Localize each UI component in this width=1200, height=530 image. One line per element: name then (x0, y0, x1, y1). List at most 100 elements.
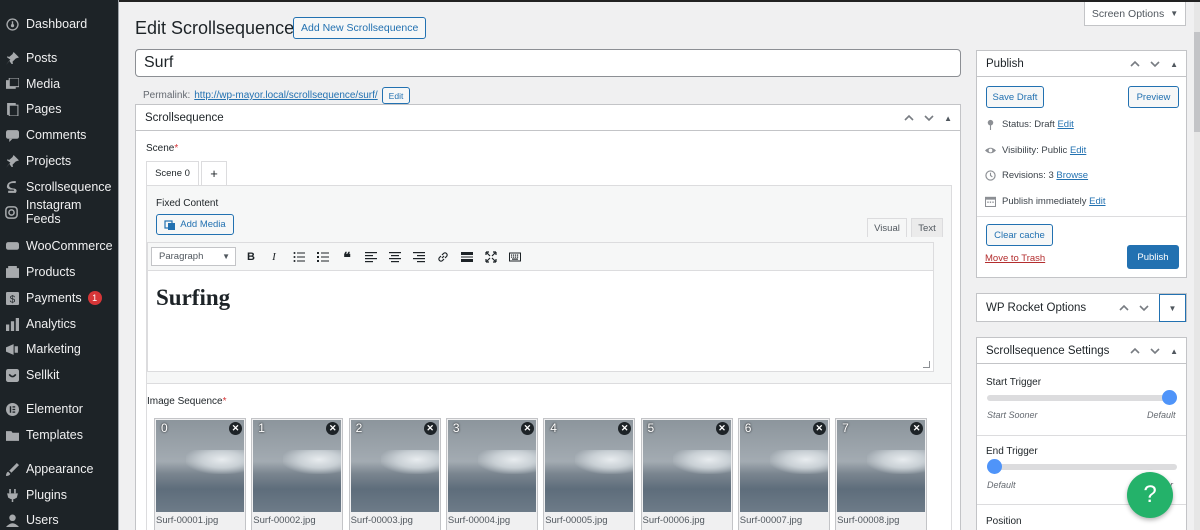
chevron-up-icon[interactable] (1130, 59, 1140, 69)
collapse-toggle-icon[interactable]: ▲ (1170, 60, 1178, 69)
move-to-trash-link[interactable]: Move to Trash (985, 253, 1045, 264)
sidebar-item-products[interactable]: Products (0, 260, 119, 284)
image-thumbnail[interactable]: 7 ✕ Surf-00008.jpg (835, 418, 928, 530)
sidebar-item-media[interactable]: Media (0, 72, 119, 96)
chevron-down-icon[interactable] (1139, 303, 1149, 313)
sidebar-item-payments[interactable]: $ Payments 1 (0, 286, 119, 310)
sidebar-item-instagram-feeds[interactable]: Instagram Feeds (0, 198, 119, 226)
chevron-up-icon[interactable] (904, 113, 914, 123)
revisions-browse-link[interactable]: Browse (1056, 170, 1088, 181)
blockquote-icon[interactable]: ❝ (339, 249, 355, 265)
screen-options-button[interactable]: Screen Options ▼ (1084, 2, 1186, 26)
tab-visual[interactable]: Visual (867, 218, 907, 237)
scrollbar-thumb[interactable] (1194, 32, 1200, 132)
align-center-icon[interactable] (387, 249, 403, 265)
chevron-down-icon[interactable] (924, 113, 934, 123)
sidebar-item-projects[interactable]: Projects (0, 149, 119, 173)
end-trigger-handle[interactable] (987, 459, 1002, 474)
woocommerce-icon (5, 239, 19, 253)
editor-content[interactable]: Surfing (156, 271, 230, 311)
fullscreen-icon[interactable] (483, 249, 499, 265)
page-scrollbar[interactable] (1194, 2, 1200, 530)
sidebar-item-label: Marketing (26, 342, 81, 356)
format-select[interactable]: Paragraph ▼ (151, 247, 236, 266)
align-left-icon[interactable] (363, 249, 379, 265)
image-filename: Surf-00005.jpg (545, 515, 608, 526)
remove-image-icon[interactable]: ✕ (910, 422, 924, 435)
media-icon (5, 77, 19, 91)
image-thumbnail[interactable]: 6 ✕ Surf-00007.jpg (737, 418, 830, 530)
image-thumbnail[interactable]: 5 ✕ Surf-00006.jpg (640, 418, 733, 530)
read-more-icon[interactable] (459, 249, 475, 265)
status-edit-link[interactable]: Edit (1057, 119, 1073, 130)
publish-date-edit-link[interactable]: Edit (1089, 196, 1105, 207)
image-thumbnail[interactable]: 2 ✕ Surf-00003.jpg (348, 418, 441, 530)
numbered-list-icon[interactable] (315, 249, 331, 265)
sidebar-item-templates[interactable]: Templates (0, 423, 119, 447)
permalink-link[interactable]: http://wp-mayor.local/scrollsequence/sur… (194, 90, 377, 101)
collapse-toggle-icon[interactable]: ▲ (944, 114, 952, 123)
history-icon (985, 170, 996, 181)
remove-image-icon[interactable]: ✕ (520, 422, 534, 435)
sidebar-item-users[interactable]: Users (0, 508, 119, 530)
elementor-icon (5, 402, 19, 416)
sidebar-item-comments[interactable]: Comments (0, 123, 119, 147)
sidebar-item-scrollsequence[interactable]: Scrollsequence (0, 175, 119, 199)
image-thumbnail[interactable]: 0 ✕ Surf-00001.jpg (154, 418, 246, 530)
image-thumbnail[interactable]: 1 ✕ Surf-00002.jpg (251, 418, 344, 530)
publish-date-row: Publish immediately Edit (985, 196, 1106, 207)
remove-image-icon[interactable]: ✕ (229, 422, 242, 435)
sidebar-item-analytics[interactable]: Analytics (0, 312, 119, 336)
image-thumbnail[interactable]: 4 ✕ Surf-00005.jpg (543, 418, 636, 530)
bold-icon[interactable]: B (243, 249, 259, 265)
sidebar-item-elementor[interactable]: Elementor (0, 397, 119, 421)
add-media-button[interactable]: Add Media (156, 214, 234, 235)
calendar-icon (985, 196, 996, 207)
link-icon[interactable] (435, 249, 451, 265)
add-new-button[interactable]: Add New Scrollsequence (293, 17, 427, 39)
chevron-up-icon[interactable] (1130, 346, 1140, 356)
content-editor[interactable]: Paragraph ▼ B I ❝ Surfing (147, 242, 934, 372)
sidebar-item-posts[interactable]: Posts (0, 46, 119, 70)
chevron-down-icon[interactable] (1150, 59, 1160, 69)
permalink-edit-button[interactable]: Edit (381, 87, 411, 104)
chevron-up-icon[interactable] (1119, 303, 1129, 313)
expand-toggle-icon[interactable]: ▼ (1159, 294, 1186, 322)
italic-icon[interactable]: I (266, 249, 282, 265)
save-draft-button[interactable]: Save Draft (986, 86, 1044, 108)
bullet-list-icon[interactable] (291, 249, 307, 265)
publish-button[interactable]: Publish (1127, 245, 1179, 269)
start-trigger-handle[interactable] (1162, 390, 1177, 405)
keyboard-icon[interactable] (507, 249, 523, 265)
sidebar-item-plugins[interactable]: Plugins (0, 483, 119, 507)
divider (977, 435, 1186, 436)
remove-image-icon[interactable]: ✕ (423, 422, 437, 435)
visibility-edit-link[interactable]: Edit (1070, 145, 1086, 156)
sidebar-item-dashboard[interactable]: Dashboard (0, 12, 119, 36)
frame-number: 4 (550, 421, 557, 435)
wave-shape (283, 450, 342, 474)
sidebar-item-sellkit[interactable]: Sellkit (0, 363, 119, 387)
help-button[interactable]: ? (1127, 472, 1173, 518)
end-trigger-slider[interactable] (987, 459, 1177, 474)
svg-text:$: $ (9, 294, 15, 305)
tab-scene-0[interactable]: Scene 0 (146, 161, 199, 185)
wave-shape (186, 450, 244, 474)
resize-handle[interactable] (923, 361, 930, 368)
align-right-icon[interactable] (411, 249, 427, 265)
tab-text[interactable]: Text (911, 218, 943, 237)
collapse-toggle-icon[interactable]: ▲ (1170, 347, 1178, 356)
start-trigger-slider[interactable] (987, 390, 1177, 405)
sidebar-item-marketing[interactable]: Marketing (0, 337, 119, 361)
clear-cache-button[interactable]: Clear cache (986, 224, 1053, 246)
remove-image-icon[interactable]: ✕ (715, 422, 729, 435)
remove-image-icon[interactable]: ✕ (812, 422, 826, 435)
preview-button[interactable]: Preview (1128, 86, 1179, 108)
post-title-input[interactable] (135, 49, 961, 77)
sidebar-item-pages[interactable]: Pages (0, 97, 119, 121)
chevron-down-icon[interactable] (1150, 346, 1160, 356)
image-thumbnail[interactable]: 3 ✕ Surf-00004.jpg (445, 418, 538, 530)
sidebar-item-appearance[interactable]: Appearance (0, 457, 119, 481)
sidebar-item-woocommerce[interactable]: WooCommerce (0, 234, 119, 258)
add-scene-tab[interactable]: + (201, 161, 227, 185)
